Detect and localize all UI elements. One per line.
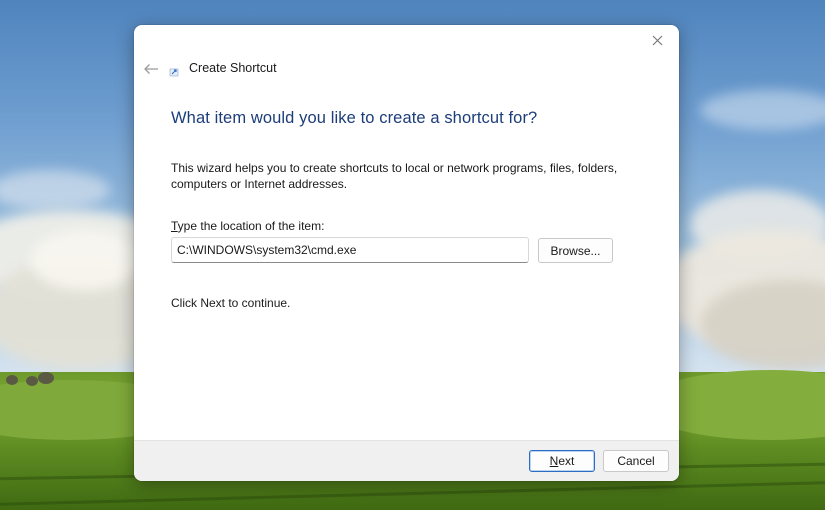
location-label-text: ype the location of the item: xyxy=(177,219,325,233)
location-label-accesskey: T xyxy=(171,219,178,233)
wizard-description: This wizard helps you to create shortcut… xyxy=(171,161,618,191)
close-button[interactable] xyxy=(643,29,671,51)
location-label: Type the location of the item: xyxy=(171,219,324,233)
page-heading: What item would you like to create a sho… xyxy=(171,109,538,127)
continue-instruction: Click Next to continue. xyxy=(171,296,291,310)
wallpaper-tree xyxy=(6,375,18,385)
next-button[interactable]: Next xyxy=(529,450,595,472)
back-arrow-icon xyxy=(144,64,158,74)
wallpaper-tree xyxy=(26,376,38,386)
wallpaper-cloud xyxy=(30,230,140,290)
close-icon xyxy=(652,35,662,45)
cancel-button[interactable]: Cancel xyxy=(603,450,669,472)
create-shortcut-dialog: Create Shortcut What item would you like… xyxy=(134,25,679,481)
location-input[interactable] xyxy=(171,237,529,263)
back-button[interactable] xyxy=(140,59,162,79)
dialog-footer: Next Cancel xyxy=(134,440,679,481)
browse-button[interactable]: Browse... xyxy=(538,238,613,263)
next-button-text: ext xyxy=(558,454,575,468)
wallpaper-tree xyxy=(38,372,54,384)
shortcut-wizard-icon xyxy=(169,68,179,77)
wizard-title: Create Shortcut xyxy=(189,61,277,75)
